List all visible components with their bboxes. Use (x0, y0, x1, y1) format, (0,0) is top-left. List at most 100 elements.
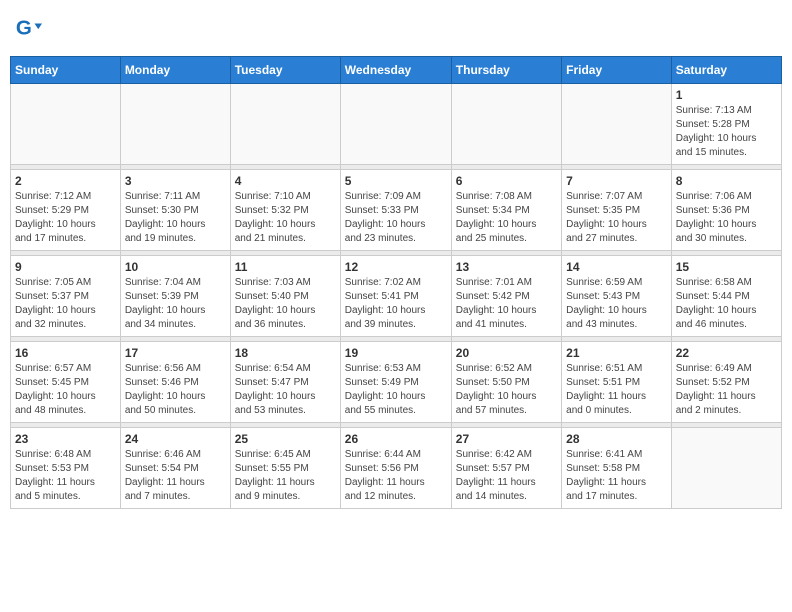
day-number: 10 (125, 260, 226, 274)
calendar-cell: 7 Sunrise: 7:07 AM Sunset: 5:35 PM Daylig… (562, 170, 672, 251)
day-number: 9 (15, 260, 116, 274)
calendar-cell: 23Sunrise: 6:48 AM Sunset: 5:53 PM Dayli… (11, 428, 121, 509)
day-number: 15 (676, 260, 777, 274)
day-number: 8 (676, 174, 777, 188)
day-number: 13 (456, 260, 557, 274)
day-number: 1 (676, 88, 777, 102)
logo: G (14, 16, 44, 44)
calendar-cell (340, 84, 451, 165)
day-number: 24 (125, 432, 226, 446)
day-info: Sunrise: 7:06 AM Sunset: 5:36 PM Dayligh… (676, 190, 777, 246)
calendar-header-wednesday: Wednesday (340, 57, 451, 84)
day-info: Sunrise: 7:11 AM Sunset: 5:30 PM Dayligh… (125, 190, 226, 246)
calendar-cell: 5 Sunrise: 7:09 AM Sunset: 5:33 PM Daylig… (340, 170, 451, 251)
calendar-cell (451, 84, 561, 165)
day-info: Sunrise: 7:01 AM Sunset: 5:42 PM Dayligh… (456, 276, 557, 332)
day-info: Sunrise: 7:09 AM Sunset: 5:33 PM Dayligh… (345, 190, 447, 246)
day-info: Sunrise: 6:51 AM Sunset: 5:51 PM Dayligh… (566, 362, 667, 418)
day-info: Sunrise: 6:59 AM Sunset: 5:43 PM Dayligh… (566, 276, 667, 332)
calendar-week-2: 9 Sunrise: 7:05 AM Sunset: 5:37 PM Daylig… (11, 256, 782, 337)
day-number: 6 (456, 174, 557, 188)
logo-icon: G (14, 16, 42, 44)
day-number: 2 (15, 174, 116, 188)
calendar-cell (671, 428, 781, 509)
day-info: Sunrise: 6:44 AM Sunset: 5:56 PM Dayligh… (345, 448, 447, 504)
day-info: Sunrise: 7:08 AM Sunset: 5:34 PM Dayligh… (456, 190, 557, 246)
calendar-cell: 12Sunrise: 7:02 AM Sunset: 5:41 PM Dayli… (340, 256, 451, 337)
day-info: Sunrise: 6:49 AM Sunset: 5:52 PM Dayligh… (676, 362, 777, 418)
calendar-cell: 1 Sunrise: 7:13 AM Sunset: 5:28 PM Daylig… (671, 84, 781, 165)
day-number: 3 (125, 174, 226, 188)
day-info: Sunrise: 7:13 AM Sunset: 5:28 PM Dayligh… (676, 104, 777, 160)
calendar-table: SundayMondayTuesdayWednesdayThursdayFrid… (10, 56, 782, 509)
day-info: Sunrise: 6:52 AM Sunset: 5:50 PM Dayligh… (456, 362, 557, 418)
calendar-cell: 24 Sunrise: 6:46 AM Sunset: 5:54 PM Dayli… (120, 428, 230, 509)
calendar-header-saturday: Saturday (671, 57, 781, 84)
calendar-week-1: 2 Sunrise: 7:12 AM Sunset: 5:29 PM Daylig… (11, 170, 782, 251)
day-info: Sunrise: 6:53 AM Sunset: 5:49 PM Dayligh… (345, 362, 447, 418)
calendar-cell: 11 Sunrise: 7:03 AM Sunset: 5:40 PM Dayli… (230, 256, 340, 337)
calendar-cell: 4Sunrise: 7:10 AM Sunset: 5:32 PM Daylig… (230, 170, 340, 251)
day-number: 11 (235, 260, 336, 274)
day-info: Sunrise: 7:10 AM Sunset: 5:32 PM Dayligh… (235, 190, 336, 246)
calendar-cell: 2 Sunrise: 7:12 AM Sunset: 5:29 PM Daylig… (11, 170, 121, 251)
calendar-header-thursday: Thursday (451, 57, 561, 84)
calendar-header-friday: Friday (562, 57, 672, 84)
day-number: 21 (566, 346, 667, 360)
day-info: Sunrise: 7:12 AM Sunset: 5:29 PM Dayligh… (15, 190, 116, 246)
calendar-cell (562, 84, 672, 165)
day-number: 27 (456, 432, 557, 446)
day-number: 16 (15, 346, 116, 360)
calendar-cell (120, 84, 230, 165)
day-number: 18 (235, 346, 336, 360)
calendar-cell: 3 Sunrise: 7:11 AM Sunset: 5:30 PM Daylig… (120, 170, 230, 251)
day-number: 5 (345, 174, 447, 188)
day-info: Sunrise: 7:03 AM Sunset: 5:40 PM Dayligh… (235, 276, 336, 332)
day-info: Sunrise: 6:46 AM Sunset: 5:54 PM Dayligh… (125, 448, 226, 504)
calendar-header-row: SundayMondayTuesdayWednesdayThursdayFrid… (11, 57, 782, 84)
calendar-cell: 20 Sunrise: 6:52 AM Sunset: 5:50 PM Dayli… (451, 342, 561, 423)
calendar-cell: 10 Sunrise: 7:04 AM Sunset: 5:39 PM Dayli… (120, 256, 230, 337)
day-number: 7 (566, 174, 667, 188)
day-number: 20 (456, 346, 557, 360)
calendar-header-monday: Monday (120, 57, 230, 84)
calendar-cell: 13 Sunrise: 7:01 AM Sunset: 5:42 PM Dayli… (451, 256, 561, 337)
day-info: Sunrise: 6:58 AM Sunset: 5:44 PM Dayligh… (676, 276, 777, 332)
calendar-cell: 18 Sunrise: 6:54 AM Sunset: 5:47 PM Dayli… (230, 342, 340, 423)
day-number: 26 (345, 432, 447, 446)
day-info: Sunrise: 6:57 AM Sunset: 5:45 PM Dayligh… (15, 362, 116, 418)
calendar-cell: 22 Sunrise: 6:49 AM Sunset: 5:52 PM Dayli… (671, 342, 781, 423)
svg-text:G: G (16, 17, 32, 40)
day-number: 22 (676, 346, 777, 360)
calendar-cell: 27Sunrise: 6:42 AM Sunset: 5:57 PM Dayli… (451, 428, 561, 509)
day-number: 14 (566, 260, 667, 274)
day-number: 28 (566, 432, 667, 446)
day-info: Sunrise: 7:07 AM Sunset: 5:35 PM Dayligh… (566, 190, 667, 246)
day-info: Sunrise: 7:05 AM Sunset: 5:37 PM Dayligh… (15, 276, 116, 332)
calendar-cell: 17Sunrise: 6:56 AM Sunset: 5:46 PM Dayli… (120, 342, 230, 423)
calendar-cell: 8 Sunrise: 7:06 AM Sunset: 5:36 PM Daylig… (671, 170, 781, 251)
calendar-header-tuesday: Tuesday (230, 57, 340, 84)
calendar-cell (11, 84, 121, 165)
calendar-cell: 25 Sunrise: 6:45 AM Sunset: 5:55 PM Dayli… (230, 428, 340, 509)
calendar-cell: 26 Sunrise: 6:44 AM Sunset: 5:56 PM Dayli… (340, 428, 451, 509)
day-number: 25 (235, 432, 336, 446)
calendar-cell: 28 Sunrise: 6:41 AM Sunset: 5:58 PM Dayli… (562, 428, 672, 509)
page-header: G (10, 10, 782, 50)
day-info: Sunrise: 6:41 AM Sunset: 5:58 PM Dayligh… (566, 448, 667, 504)
calendar-cell: 6 Sunrise: 7:08 AM Sunset: 5:34 PM Daylig… (451, 170, 561, 251)
calendar-cell: 16 Sunrise: 6:57 AM Sunset: 5:45 PM Dayli… (11, 342, 121, 423)
calendar-week-4: 23Sunrise: 6:48 AM Sunset: 5:53 PM Dayli… (11, 428, 782, 509)
day-number: 19 (345, 346, 447, 360)
calendar-cell: 19 Sunrise: 6:53 AM Sunset: 5:49 PM Dayli… (340, 342, 451, 423)
day-info: Sunrise: 7:04 AM Sunset: 5:39 PM Dayligh… (125, 276, 226, 332)
day-number: 17 (125, 346, 226, 360)
calendar-week-0: 1 Sunrise: 7:13 AM Sunset: 5:28 PM Daylig… (11, 84, 782, 165)
day-number: 23 (15, 432, 116, 446)
calendar-cell: 15 Sunrise: 6:58 AM Sunset: 5:44 PM Dayli… (671, 256, 781, 337)
calendar-cell: 21 Sunrise: 6:51 AM Sunset: 5:51 PM Dayli… (562, 342, 672, 423)
day-info: Sunrise: 6:54 AM Sunset: 5:47 PM Dayligh… (235, 362, 336, 418)
calendar-cell: 9 Sunrise: 7:05 AM Sunset: 5:37 PM Daylig… (11, 256, 121, 337)
day-info: Sunrise: 6:45 AM Sunset: 5:55 PM Dayligh… (235, 448, 336, 504)
calendar-week-3: 16 Sunrise: 6:57 AM Sunset: 5:45 PM Dayli… (11, 342, 782, 423)
